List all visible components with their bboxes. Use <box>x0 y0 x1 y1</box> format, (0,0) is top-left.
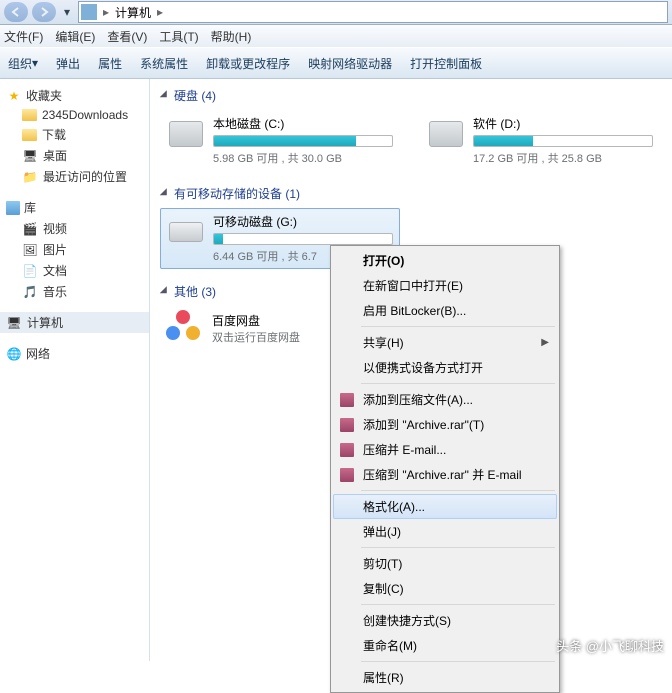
chevron-right-icon[interactable]: ▸ <box>101 5 111 19</box>
hdd-icon <box>427 115 465 153</box>
capacity-bar <box>473 135 653 147</box>
separator <box>361 326 555 327</box>
capacity-bar <box>213 135 393 147</box>
video-icon: 🎬 <box>22 221 38 237</box>
tool-uninstall[interactable]: 卸载或更改程序 <box>206 55 290 72</box>
rar-icon <box>339 442 355 458</box>
sidebar-item-music[interactable]: 🎵音乐 <box>0 281 149 302</box>
cm-shortcut[interactable]: 创建快捷方式(S) <box>333 608 557 633</box>
menu-edit[interactable]: 编辑(E) <box>55 28 95 45</box>
hdd-icon <box>167 115 205 153</box>
music-icon: 🎵 <box>22 284 38 300</box>
document-icon: 📄 <box>22 263 38 279</box>
drive-stat: 5.98 GB 可用 , 共 30.0 GB <box>213 150 393 166</box>
history-dropdown[interactable]: ▾ <box>60 2 74 22</box>
tool-organize[interactable]: 组织 ▾ <box>8 55 38 72</box>
cm-cut[interactable]: 剪切(T) <box>333 551 557 576</box>
cm-add-archive[interactable]: 添加到压缩文件(A)... <box>333 387 557 412</box>
separator <box>361 490 555 491</box>
cm-rename[interactable]: 重命名(M) <box>333 633 557 658</box>
sidebar-item-downloads[interactable]: 2345Downloads <box>0 106 149 124</box>
cm-open[interactable]: 打开(O) <box>333 248 557 273</box>
computer-icon <box>81 4 97 20</box>
menu-help[interactable]: 帮助(H) <box>211 28 252 45</box>
tool-sysprops[interactable]: 系统属性 <box>140 55 188 72</box>
drive-stat: 17.2 GB 可用 , 共 25.8 GB <box>473 150 653 166</box>
sidebar-item-video[interactable]: 🎬视频 <box>0 218 149 239</box>
cm-format[interactable]: 格式化(A)... <box>333 494 557 519</box>
triangle-icon <box>160 188 171 199</box>
cm-new-window[interactable]: 在新窗口中打开(E) <box>333 273 557 298</box>
drive-label: 本地磁盘 (C:) <box>213 115 393 132</box>
menubar: 文件(F) 编辑(E) 查看(V) 工具(T) 帮助(H) <box>0 25 672 47</box>
computer-icon: 🖥 <box>6 315 22 331</box>
titlebar: ▾ ▸ 计算机 ▸ <box>0 0 672 25</box>
cm-portable[interactable]: 以便携式设备方式打开 <box>333 355 557 380</box>
drive-c[interactable]: 本地磁盘 (C:) 5.98 GB 可用 , 共 30.0 GB <box>160 110 400 171</box>
menu-file[interactable]: 文件(F) <box>4 28 43 45</box>
tool-ctrlpanel[interactable]: 打开控制面板 <box>410 55 482 72</box>
cm-properties[interactable]: 属性(R) <box>333 665 557 690</box>
address-bar[interactable]: ▸ 计算机 ▸ <box>78 1 668 23</box>
drive-label: 可移动磁盘 (G:) <box>213 213 393 230</box>
cm-add-to-archive[interactable]: 添加到 "Archive.rar"(T) <box>333 412 557 437</box>
menu-view[interactable]: 查看(V) <box>107 28 147 45</box>
sidebar-item-pictures[interactable]: 🖼图片 <box>0 239 149 260</box>
desktop-icon: 🖥 <box>22 148 38 164</box>
network-icon: 🌐 <box>6 346 22 362</box>
library-icon <box>6 201 20 215</box>
category-hdd[interactable]: 硬盘 (4) <box>160 87 662 104</box>
menu-tools[interactable]: 工具(T) <box>159 28 198 45</box>
sidebar-item-desktop[interactable]: 🖥桌面 <box>0 145 149 166</box>
cm-compress-email[interactable]: 压缩并 E-mail... <box>333 437 557 462</box>
watermark: 头条 @小飞聊科技 <box>556 636 664 655</box>
usb-icon <box>167 213 205 251</box>
recent-icon: 📁 <box>22 169 38 185</box>
app-name: 百度网盘 <box>212 312 300 329</box>
cm-bitlocker[interactable]: 启用 BitLocker(B)... <box>333 298 557 323</box>
chevron-right-icon[interactable]: ▸ <box>155 5 165 19</box>
capacity-bar <box>213 233 393 245</box>
tool-properties[interactable]: 属性 <box>98 55 122 72</box>
tool-eject[interactable]: 弹出 <box>56 55 80 72</box>
baidu-netdisk-icon <box>166 310 202 346</box>
sidebar: ★收藏夹 2345Downloads 下载 🖥桌面 📁最近访问的位置 库 🎬视频… <box>0 79 150 661</box>
folder-icon <box>22 109 37 121</box>
separator <box>361 604 555 605</box>
forward-button[interactable] <box>32 2 56 22</box>
drive-label: 软件 (D:) <box>473 115 653 132</box>
sidebar-network[interactable]: 🌐网络 <box>0 343 149 364</box>
sidebar-item-download[interactable]: 下载 <box>0 124 149 145</box>
cm-eject[interactable]: 弹出(J) <box>333 519 557 544</box>
sidebar-item-documents[interactable]: 📄文档 <box>0 260 149 281</box>
sidebar-library[interactable]: 库 <box>0 197 149 218</box>
breadcrumb-computer[interactable]: 计算机 <box>111 4 155 21</box>
folder-icon <box>22 129 37 141</box>
cm-share[interactable]: 共享(H)▶ <box>333 330 557 355</box>
cm-compress-to-email[interactable]: 压缩到 "Archive.rar" 并 E-mail <box>333 462 557 487</box>
sidebar-item-recent[interactable]: 📁最近访问的位置 <box>0 166 149 187</box>
category-removable[interactable]: 有可移动存储的设备 (1) <box>160 185 662 202</box>
app-sub: 双击运行百度网盘 <box>212 329 300 345</box>
chevron-right-icon: ▶ <box>541 337 549 348</box>
cm-copy[interactable]: 复制(C) <box>333 576 557 601</box>
sidebar-favorites[interactable]: ★收藏夹 <box>0 85 149 106</box>
drive-d[interactable]: 软件 (D:) 17.2 GB 可用 , 共 25.8 GB <box>420 110 660 171</box>
image-icon: 🖼 <box>22 242 38 258</box>
separator <box>361 383 555 384</box>
star-icon: ★ <box>6 88 22 104</box>
back-button[interactable] <box>4 2 28 22</box>
triangle-icon <box>160 90 171 101</box>
toolbar: 组织 ▾ 弹出 属性 系统属性 卸载或更改程序 映射网络驱动器 打开控制面板 <box>0 47 672 79</box>
sidebar-computer[interactable]: 🖥计算机 <box>0 312 149 333</box>
context-menu: 打开(O) 在新窗口中打开(E) 启用 BitLocker(B)... 共享(H… <box>330 245 560 693</box>
rar-icon <box>339 392 355 408</box>
separator <box>361 547 555 548</box>
rar-icon <box>339 417 355 433</box>
triangle-icon <box>160 286 171 297</box>
tool-mapdrive[interactable]: 映射网络驱动器 <box>308 55 392 72</box>
separator <box>361 661 555 662</box>
rar-icon <box>339 467 355 483</box>
